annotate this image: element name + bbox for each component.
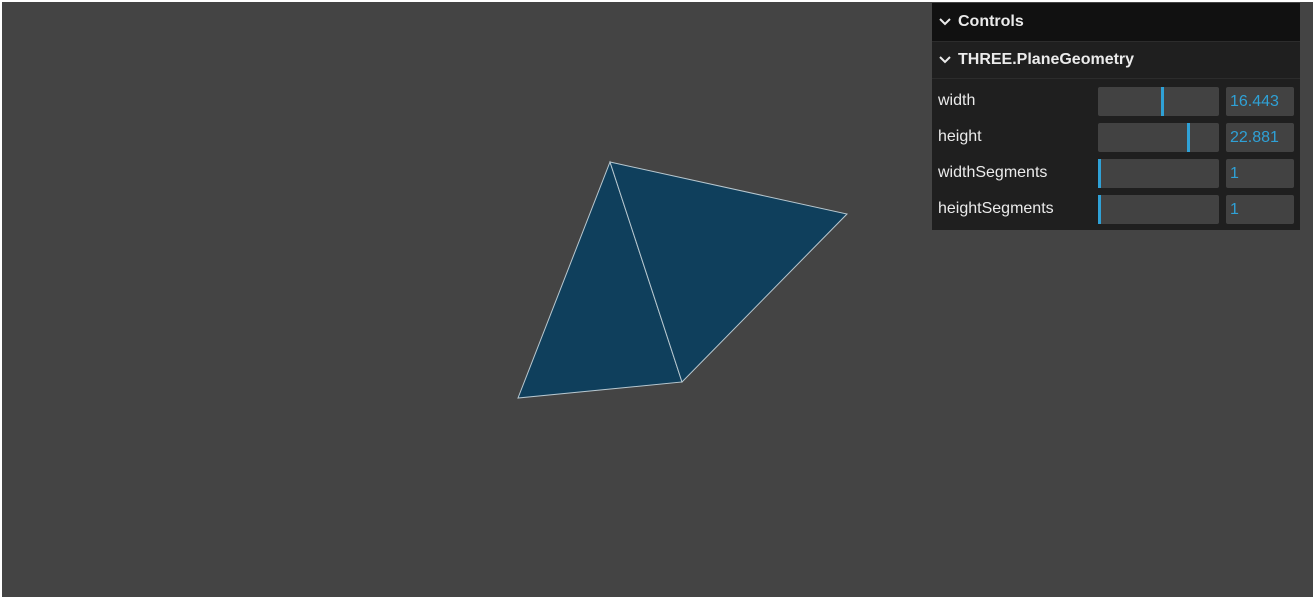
chevron-down-icon — [939, 3, 953, 41]
width-input[interactable]: 16.443 — [1226, 87, 1294, 116]
planegeometry-folder-header[interactable]: THREE.PlaneGeometry — [932, 42, 1300, 79]
slider-thumb[interactable] — [1098, 195, 1101, 224]
controls-panel: Controls THREE.PlaneGeometry width 16.44… — [932, 3, 1300, 230]
param-row-width: width 16.443 — [932, 83, 1300, 119]
param-row-widthsegments: widthSegments 1 — [932, 155, 1300, 191]
widthsegments-slider[interactable] — [1098, 159, 1219, 188]
chevron-down-icon — [939, 42, 953, 78]
heightsegments-input[interactable]: 1 — [1226, 195, 1294, 224]
controls-title: Controls — [958, 13, 1024, 30]
slider-thumb[interactable] — [1098, 159, 1101, 188]
param-row-heightsegments: heightSegments 1 — [932, 191, 1300, 227]
width-slider[interactable] — [1098, 87, 1219, 116]
param-label: height — [938, 128, 982, 145]
widthsegments-input[interactable]: 1 — [1226, 159, 1294, 188]
param-row-height: height 22.881 — [932, 119, 1300, 155]
param-label: width — [938, 92, 976, 109]
controls-folder-header[interactable]: Controls — [932, 3, 1300, 42]
param-label: widthSegments — [938, 164, 1048, 181]
height-slider[interactable] — [1098, 123, 1219, 152]
param-rows: width 16.443 height 22.881 widthSegments… — [932, 79, 1300, 230]
slider-thumb[interactable] — [1161, 87, 1164, 116]
planegeometry-title: THREE.PlaneGeometry — [958, 51, 1135, 68]
heightsegments-slider[interactable] — [1098, 195, 1219, 224]
height-input[interactable]: 22.881 — [1226, 123, 1294, 152]
slider-thumb[interactable] — [1187, 123, 1190, 152]
param-label: heightSegments — [938, 200, 1054, 217]
